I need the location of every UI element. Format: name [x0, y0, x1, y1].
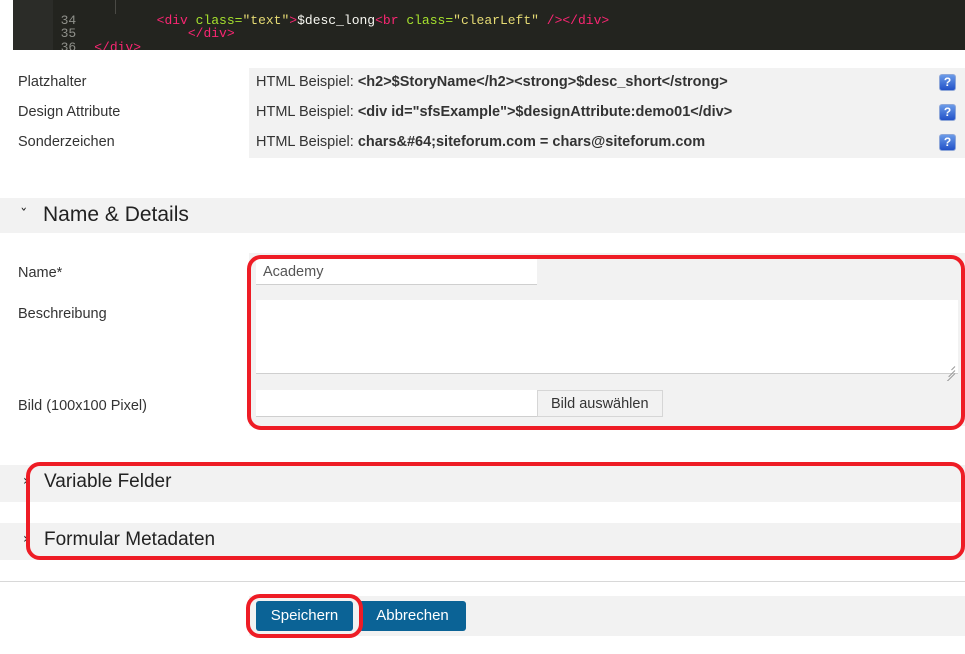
section-title: Formular Metadaten — [44, 529, 216, 550]
name-field-label: Name* — [18, 265, 63, 281]
row-label-design-attribute: Design Attribute — [18, 104, 121, 120]
code-line-34: 34 <div class="text">$desc_long<br class… — [13, 0, 965, 27]
row-value-panel: HTML Beispiel: chars&#64;siteforum.com =… — [249, 128, 965, 158]
chevron-right-icon[interactable]: › — [23, 531, 29, 547]
bild-field-label: Bild (100x100 Pixel) — [18, 398, 147, 414]
chevron-down-icon[interactable]: ˇ — [20, 206, 28, 224]
code-line-35: 35 </div> — [13, 14, 965, 41]
table-row: Platzhalter HTML Beispiel: <h2>$StoryNam… — [0, 68, 965, 98]
footer-panel — [249, 596, 965, 636]
example-code: <div id="sfsExample">$designAttribute:de… — [357, 104, 733, 120]
example-text: HTML Beispiel: chars&#64;siteforum.com =… — [256, 134, 705, 150]
row-label-sonderzeichen: Sonderzeichen — [18, 134, 115, 150]
help-question-icon[interactable]: ? — [939, 104, 956, 121]
example-prefix: HTML Beispiel: — [256, 74, 358, 90]
footer-divider — [0, 581, 965, 582]
example-prefix: HTML Beispiel: — [256, 104, 358, 120]
section-header-name-details[interactable]: ˇ Name & Details — [0, 198, 965, 233]
bild-auswaehlen-button[interactable]: Bild auswählen — [537, 390, 663, 417]
table-row: Design Attribute HTML Beispiel: <div id=… — [0, 98, 965, 128]
placeholder-examples-table: Platzhalter HTML Beispiel: <h2>$StoryNam… — [0, 68, 965, 158]
code-editor[interactable]: 34 <div class="text">$desc_long<br class… — [13, 0, 965, 50]
chevron-right-icon[interactable]: › — [23, 473, 29, 489]
help-question-icon[interactable]: ? — [939, 134, 956, 151]
beschreibung-textarea[interactable] — [256, 300, 958, 374]
section-title: Name & Details — [43, 203, 189, 226]
example-code: chars&#64;siteforum.com = chars@siteforu… — [357, 134, 706, 150]
example-text: HTML Beispiel: <h2>$StoryName</h2><stron… — [256, 74, 728, 90]
code-line-36: 36 </div> — [13, 27, 965, 50]
code-line-number: 36 — [60, 39, 77, 50]
row-value-panel: HTML Beispiel: <h2>$StoryName</h2><stron… — [249, 68, 965, 98]
example-text: HTML Beispiel: <div id="sfsExample">$des… — [256, 104, 732, 120]
section-header-formular-metadaten[interactable]: › Formular Metadaten — [0, 523, 965, 560]
name-input[interactable] — [256, 259, 537, 285]
row-value-panel: HTML Beispiel: <div id="sfsExample">$des… — [249, 98, 965, 128]
row-label-platzhalter: Platzhalter — [18, 74, 87, 90]
section-header-variable-felder[interactable]: › Variable Felder — [0, 465, 965, 502]
save-button[interactable]: Speichern — [256, 601, 353, 631]
cancel-button[interactable]: Abbrechen — [359, 601, 466, 631]
example-code: <h2>$StoryName</h2><strong>$desc_short</… — [357, 74, 728, 90]
example-prefix: HTML Beispiel: — [256, 134, 358, 150]
bild-path-input[interactable] — [256, 390, 537, 417]
table-row: Sonderzeichen HTML Beispiel: chars&#64;s… — [0, 128, 965, 158]
beschreibung-field-label: Beschreibung — [18, 306, 107, 322]
section-title: Variable Felder — [44, 471, 172, 492]
code-line-content: </div> — [94, 39, 142, 50]
help-question-icon[interactable]: ? — [939, 74, 956, 91]
